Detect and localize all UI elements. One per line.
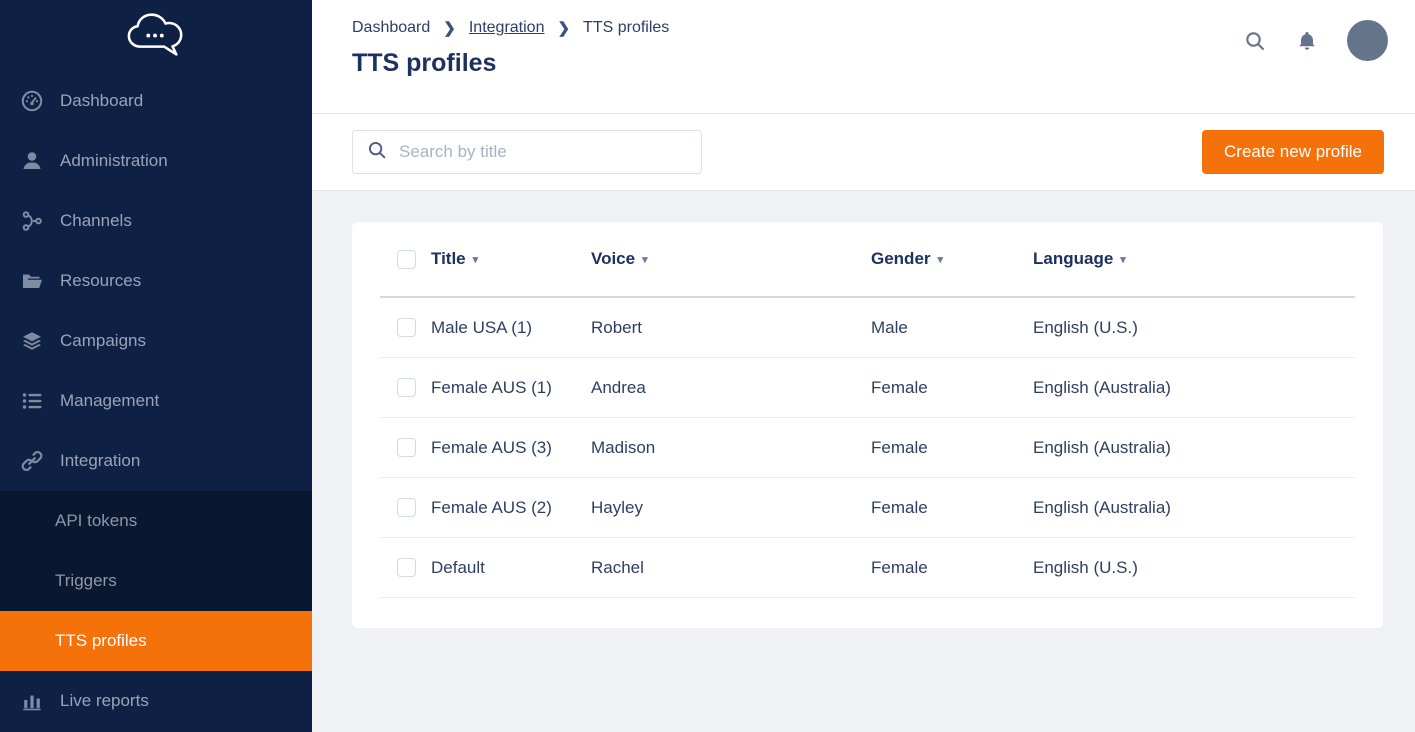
cell-gender: Female — [871, 558, 1033, 578]
sidebar-item-live-reports[interactable]: Live reports — [0, 671, 312, 731]
sidebar-item-label: Channels — [60, 211, 132, 231]
cell-language: English (U.S.) — [1033, 318, 1355, 338]
user-icon — [19, 148, 45, 174]
sidebar-subitem-label: Triggers — [55, 571, 117, 591]
sidebar-item-management[interactable]: Management — [0, 371, 312, 431]
column-header-title[interactable]: Title ▾ — [431, 249, 591, 269]
cell-voice: Rachel — [591, 558, 871, 578]
search-icon[interactable] — [1243, 29, 1267, 53]
sidebar-item-label: Resources — [60, 271, 141, 291]
sidebar-item-api-tokens[interactable]: API tokens — [0, 491, 312, 551]
page-title: TTS profiles — [352, 49, 1388, 78]
cell-title: Female AUS (2) — [431, 498, 591, 518]
sidebar-item-tts-profiles[interactable]: TTS profiles — [0, 611, 312, 671]
sidebar-item-channels[interactable]: Channels — [0, 191, 312, 251]
sidebar-subitem-label: TTS profiles — [55, 631, 147, 651]
link-icon — [19, 448, 45, 474]
app-logo[interactable] — [0, 0, 312, 71]
sidebar-item-label: Administration — [60, 151, 168, 171]
cell-voice: Madison — [591, 438, 871, 458]
breadcrumb-integration[interactable]: Integration — [469, 19, 545, 37]
table-body: Male USA (1) Robert Male English (U.S.) … — [380, 298, 1355, 598]
layers-icon — [19, 328, 45, 354]
sidebar-item-label: Dashboard — [60, 91, 143, 111]
integration-submenu: API tokens Triggers TTS profiles — [0, 491, 312, 671]
cell-language: English (Australia) — [1033, 498, 1355, 518]
cell-gender: Male — [871, 318, 1033, 338]
sidebar-item-label: Campaigns — [60, 331, 146, 351]
sidebar-subitem-label: API tokens — [55, 511, 137, 531]
cloud-chat-logo-icon — [125, 9, 187, 68]
create-new-profile-button[interactable]: Create new profile — [1202, 130, 1384, 174]
table-row[interactable]: Male USA (1) Robert Male English (U.S.) — [380, 298, 1355, 358]
cell-title: Female AUS (1) — [431, 378, 591, 398]
chevron-right-icon: ❯ — [443, 19, 456, 37]
column-header-voice[interactable]: Voice ▾ — [591, 249, 871, 269]
search-icon — [366, 139, 388, 166]
cell-gender: Female — [871, 378, 1033, 398]
sort-caret-icon: ▾ — [473, 253, 479, 266]
tts-profiles-card: Title ▾ Voice ▾ Gender ▾ Language ▾ Male — [352, 222, 1383, 628]
cell-title: Male USA (1) — [431, 318, 591, 338]
main-area: Dashboard ❯ Integration ❯ TTS profiles T… — [312, 0, 1415, 732]
row-checkbox[interactable] — [397, 558, 416, 577]
sort-caret-icon: ▾ — [938, 253, 944, 266]
breadcrumb-tts-profiles: TTS profiles — [583, 19, 669, 37]
cell-title: Female AUS (3) — [431, 438, 591, 458]
search-input[interactable] — [399, 142, 688, 162]
cell-gender: Female — [871, 498, 1033, 518]
breadcrumb-dashboard[interactable]: Dashboard — [352, 19, 430, 37]
header-actions — [1243, 0, 1388, 81]
sidebar-item-triggers[interactable]: Triggers — [0, 551, 312, 611]
table-row[interactable]: Female AUS (1) Andrea Female English (Au… — [380, 358, 1355, 418]
sidebar-item-integration[interactable]: Integration — [0, 431, 312, 491]
table-row[interactable]: Female AUS (3) Madison Female English (A… — [380, 418, 1355, 478]
sidebar-item-resources[interactable]: Resources — [0, 251, 312, 311]
cell-title: Default — [431, 558, 591, 578]
row-checkbox[interactable] — [397, 498, 416, 517]
column-header-gender[interactable]: Gender ▾ — [871, 249, 1033, 269]
table-header-row: Title ▾ Voice ▾ Gender ▾ Language ▾ — [380, 222, 1355, 298]
folder-icon — [19, 268, 45, 294]
sidebar-footer-nav: Live reports — [0, 671, 312, 731]
row-checkbox[interactable] — [397, 318, 416, 337]
branch-icon — [19, 208, 45, 234]
cell-language: English (Australia) — [1033, 378, 1355, 398]
cell-voice: Andrea — [591, 378, 871, 398]
search-box — [352, 130, 702, 174]
breadcrumb: Dashboard ❯ Integration ❯ TTS profiles — [352, 19, 1388, 37]
page-header: Dashboard ❯ Integration ❯ TTS profiles T… — [312, 0, 1415, 114]
sidebar: Dashboard Administration Channels Resour… — [0, 0, 312, 732]
content: Title ▾ Voice ▾ Gender ▾ Language ▾ Male — [312, 191, 1415, 732]
row-checkbox[interactable] — [397, 378, 416, 397]
cell-voice: Hayley — [591, 498, 871, 518]
table-row[interactable]: Female AUS (2) Hayley Female English (Au… — [380, 478, 1355, 538]
gauge-icon — [19, 88, 45, 114]
cell-gender: Female — [871, 438, 1033, 458]
sidebar-nav: Dashboard Administration Channels Resour… — [0, 71, 312, 491]
sidebar-item-dashboard[interactable]: Dashboard — [0, 71, 312, 131]
toolbar: Create new profile — [312, 114, 1415, 191]
list-icon — [19, 388, 45, 414]
bar-chart-icon — [19, 688, 45, 714]
sort-caret-icon: ▾ — [1120, 253, 1126, 266]
cell-voice: Robert — [591, 318, 871, 338]
table-row[interactable]: Default Rachel Female English (U.S.) — [380, 538, 1355, 598]
column-header-language[interactable]: Language ▾ — [1033, 249, 1355, 269]
sort-caret-icon: ▾ — [642, 253, 648, 266]
avatar[interactable] — [1347, 20, 1388, 61]
select-all-checkbox[interactable] — [397, 250, 416, 269]
row-checkbox[interactable] — [397, 438, 416, 457]
chevron-right-icon: ❯ — [557, 19, 570, 37]
cell-language: English (U.S.) — [1033, 558, 1355, 578]
cell-language: English (Australia) — [1033, 438, 1355, 458]
sidebar-item-campaigns[interactable]: Campaigns — [0, 311, 312, 371]
sidebar-item-label: Integration — [60, 451, 140, 471]
sidebar-item-administration[interactable]: Administration — [0, 131, 312, 191]
bell-icon[interactable] — [1295, 29, 1319, 53]
sidebar-item-label: Live reports — [60, 691, 149, 711]
sidebar-item-label: Management — [60, 391, 159, 411]
